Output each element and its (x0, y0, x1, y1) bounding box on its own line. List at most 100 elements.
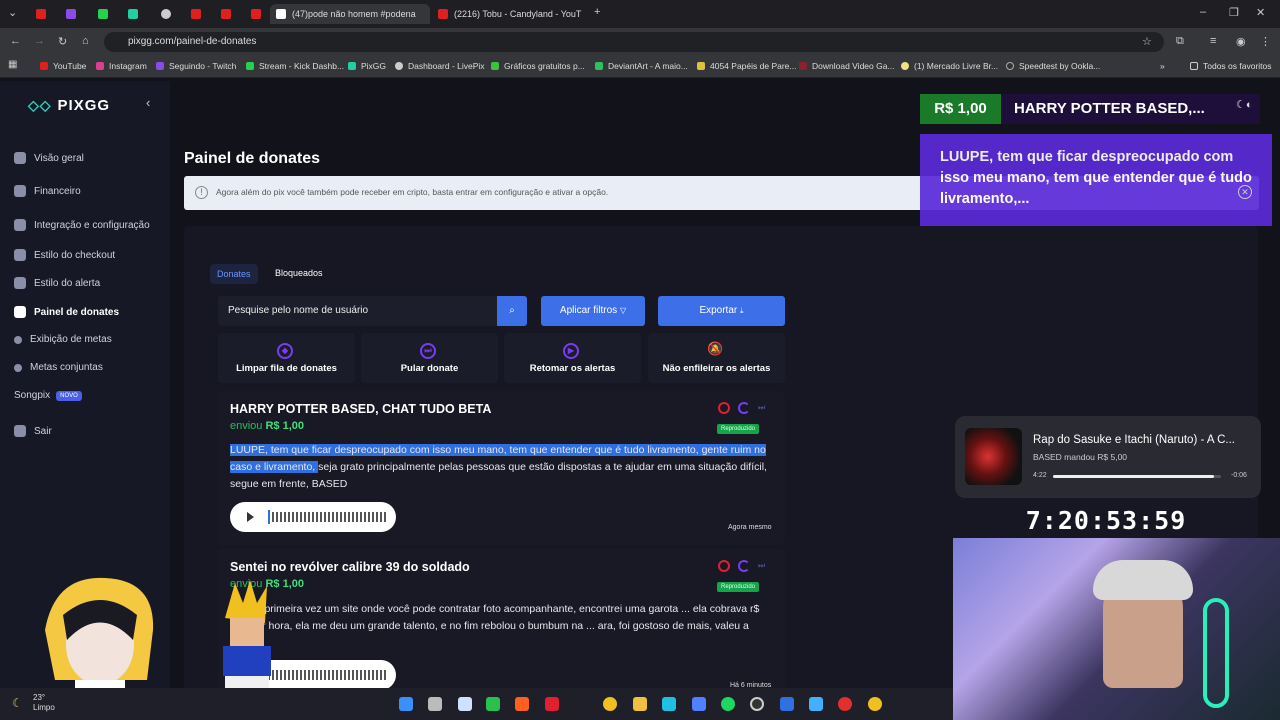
tab-search-icon[interactable]: ⌄ (8, 6, 17, 19)
resume-alerts-button[interactable]: ▶ Retomar os alertas (504, 333, 641, 383)
search-taskbar-icon[interactable] (428, 697, 442, 711)
profile-icon[interactable]: ◉ (1236, 35, 1246, 48)
home-icon[interactable]: ⌂ (82, 35, 89, 47)
close-window-button[interactable]: ✕ (1256, 6, 1265, 19)
bookmark-item[interactable]: Gráficos gratuitos p... (491, 61, 585, 71)
notepad-icon[interactable] (692, 697, 706, 711)
kick-app-icon[interactable] (662, 697, 676, 711)
waveform[interactable] (268, 510, 386, 524)
anime-character-sticker (45, 577, 154, 700)
start-icon[interactable] (399, 697, 413, 711)
sidebar-item-financeiro[interactable]: Financeiro (14, 185, 81, 197)
sidebar-item-metas-conjuntas[interactable]: Metas conjuntas (14, 362, 103, 373)
bookmark-star-icon[interactable]: ☆ (1142, 35, 1152, 48)
folder-icon[interactable] (633, 697, 647, 711)
back-icon[interactable]: ← (10, 35, 21, 47)
skip-icon[interactable]: ⏭ (758, 402, 770, 414)
tab-youtube[interactable]: (2216) Tobu - Candyland - YouT (432, 4, 582, 24)
reload-icon[interactable]: ↻ (58, 35, 67, 48)
minimize-button[interactable]: – (1200, 6, 1206, 18)
sidebar-item-estilo-alerta[interactable]: Estilo do alerta (14, 277, 100, 289)
pixgg-logo[interactable]: ◇◇ PIXGG (28, 97, 110, 114)
pixgg-tab-icon[interactable] (128, 9, 138, 19)
sidebar-item-painel-donates[interactable]: Painel de donates (14, 306, 119, 318)
close-notice-icon[interactable]: ✕ (1238, 185, 1252, 199)
livepix-tab-icon[interactable] (161, 9, 171, 19)
sidebar-item-visao-geral[interactable]: Visão geral (14, 152, 84, 164)
replay-icon[interactable] (738, 402, 750, 414)
donation-message: ... pela primeira vez um site onde você … (230, 603, 760, 649)
tab-tiktok[interactable]: (47)pode não homem #podena (270, 4, 430, 24)
forward-icon[interactable]: → (34, 35, 45, 47)
sidebar-item-sair[interactable]: Sair (14, 425, 52, 437)
media-icon[interactable]: ≡ (1210, 35, 1216, 47)
bell-off-icon: 🔕 (707, 341, 724, 356)
audio-player[interactable] (230, 502, 396, 532)
block-icon[interactable] (718, 560, 730, 572)
apply-filters-button[interactable]: Aplicar filtros ▽ (541, 296, 645, 326)
album-art (965, 428, 1022, 485)
replay-icon[interactable] (738, 560, 750, 572)
search-button[interactable]: ⌕ (497, 296, 527, 326)
menu-icon[interactable]: ⋮ (1260, 35, 1271, 48)
waveform[interactable] (268, 670, 386, 680)
skip-icon[interactable]: ⏭ (758, 560, 770, 572)
play-icon[interactable] (247, 512, 254, 522)
page-title: Painel de donates (184, 150, 321, 167)
skip-donate-button[interactable]: ⏭ Pular donate (361, 333, 498, 383)
new-tab-button[interactable]: + (594, 6, 600, 18)
app-icon[interactable] (838, 697, 852, 711)
pinterest-icon[interactable] (545, 697, 559, 711)
url-input[interactable]: pixgg.com/painel-de-donates (104, 32, 1164, 52)
tab-bloqueados[interactable]: Bloqueados (268, 263, 330, 283)
search-input[interactable]: Pesquise pelo nome de usuário (218, 296, 498, 326)
youtube-tab-icon[interactable] (36, 9, 46, 19)
song-progress (1053, 475, 1221, 478)
notice-text: Agora além do pix você também pode receb… (216, 187, 609, 197)
bookmark-item[interactable]: Dashboard - LivePix (395, 61, 485, 71)
collapse-sidebar-icon[interactable]: ‹ (146, 95, 150, 110)
sidebar-item-songpix[interactable]: Songpix NOVO (14, 390, 82, 401)
youtube-tab-icon[interactable] (191, 9, 201, 19)
youtube-tab-icon[interactable] (251, 9, 261, 19)
restore-button[interactable]: ❐ (1229, 6, 1239, 19)
bookmark-item[interactable]: Seguindo - Twitch (156, 61, 236, 71)
bookmark-item[interactable]: YouTube (40, 61, 86, 71)
export-button[interactable]: Exportar ⤓ (658, 296, 785, 326)
apps-icon[interactable]: ▦ (8, 59, 17, 70)
dont-queue-alerts-button[interactable]: 🔕 Não enfileirar os alertas (648, 333, 785, 383)
status-badge: Reproduzido (717, 582, 760, 592)
bookmark-item[interactable]: Stream - Kick Dashb... (246, 61, 344, 71)
youtube-tab-icon[interactable] (221, 9, 231, 19)
chrome-icon[interactable] (603, 697, 617, 711)
bookmark-item[interactable]: Instagram (96, 61, 147, 71)
extensions-icon[interactable]: ⧉ (1176, 35, 1184, 48)
twitch-tab-icon[interactable] (66, 9, 76, 19)
sidebar-item-exibicao-metas[interactable]: Exibição de metas (14, 334, 112, 345)
block-icon[interactable] (718, 402, 730, 414)
bookmark-item[interactable]: Download Video Ga... (799, 61, 895, 71)
clear-queue-button[interactable]: ◆ Limpar fila de donates (218, 333, 355, 383)
chrome-icon[interactable] (868, 697, 882, 711)
bookmark-item[interactable]: 4054 Papéis de Pare... (697, 61, 796, 71)
obs-icon[interactable] (750, 697, 764, 711)
app-icon[interactable] (515, 697, 529, 711)
bookmark-item[interactable]: DeviantArt - A maio... (595, 61, 688, 71)
bookmarks-overflow-icon[interactable]: » (1160, 61, 1165, 71)
vscode-icon[interactable] (780, 697, 794, 711)
donation-message: LUUPE, tem que ficar despreocupado com i… (230, 444, 767, 490)
bookmark-item[interactable]: (1) Mercado Livre Br... (901, 61, 998, 71)
sidebar-item-estilo-checkout[interactable]: Estilo do checkout (14, 249, 115, 261)
steam-icon[interactable] (458, 697, 472, 711)
bookmark-item[interactable]: Speedtest by Ookla... (1006, 61, 1100, 71)
sidebar-item-integracao[interactable]: Integração e configuração (14, 219, 150, 231)
weather-widget[interactable]: 23° Limpo (33, 693, 55, 713)
kick-tab-icon[interactable] (98, 9, 108, 19)
tab-donates[interactable]: Donates (210, 264, 258, 284)
tab-title: (47)pode não homem #podena (292, 9, 416, 19)
app-icon[interactable] (809, 697, 823, 711)
spotify-icon[interactable] (721, 697, 735, 711)
all-bookmarks-folder[interactable]: Todos os favoritos (1190, 61, 1272, 71)
xbox-icon[interactable] (486, 697, 500, 711)
bookmark-item[interactable]: PixGG (348, 61, 386, 71)
